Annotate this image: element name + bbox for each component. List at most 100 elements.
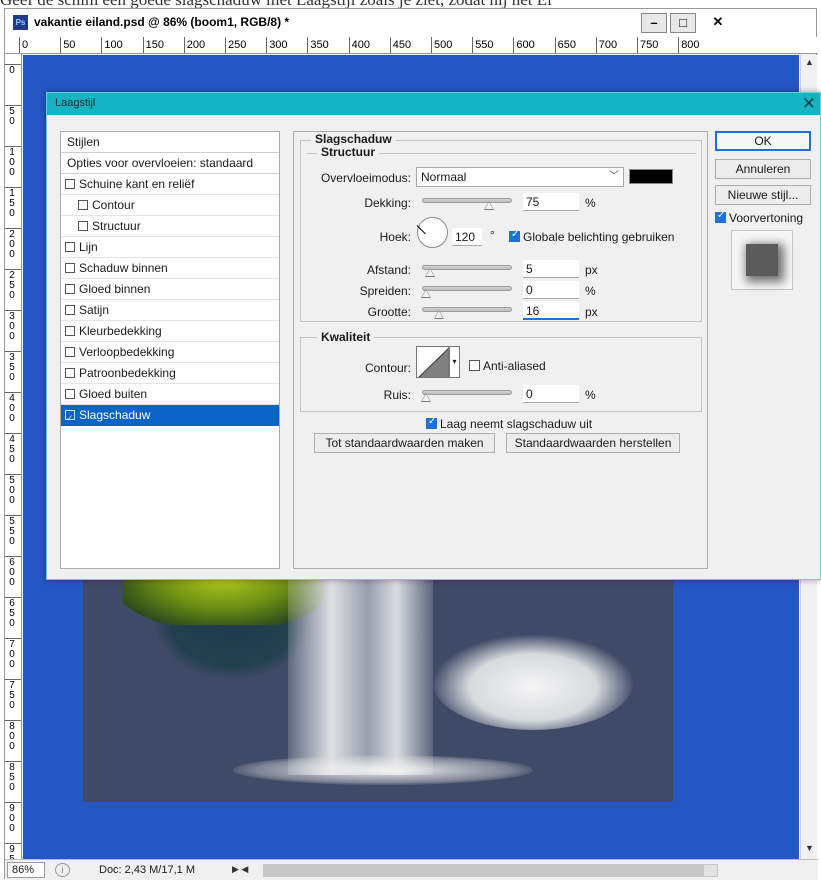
style-checkbox-icon[interactable] xyxy=(65,347,75,357)
blend-mode-select[interactable]: Normaal ﹀ xyxy=(416,167,624,187)
quality-title: Kwaliteit xyxy=(317,330,375,344)
style-item-structuur[interactable]: Structuur xyxy=(61,216,279,237)
style-item-satijn[interactable]: Satijn xyxy=(61,300,279,321)
ruler-label: 300 xyxy=(269,39,288,51)
global-light-checkbox[interactable]: Globale belichting gebruiken xyxy=(509,229,674,244)
ruler-label: 250 xyxy=(228,39,247,51)
cancel-button[interactable]: Annuleren xyxy=(715,159,811,179)
ruler-label: 800 xyxy=(681,39,700,51)
doc-size-info[interactable]: Doc: 2,43 M/17,1 M xyxy=(99,864,195,876)
style-checkbox-icon[interactable] xyxy=(65,326,75,336)
ruler-tick xyxy=(637,37,638,53)
style-checkbox-icon[interactable] xyxy=(65,368,75,378)
ruler-label: 700 xyxy=(598,39,618,51)
style-item-contour[interactable]: Contour xyxy=(61,195,279,216)
angle-input[interactable]: 120 xyxy=(452,228,482,246)
style-item-verloopbedekking[interactable]: Verloopbedekking xyxy=(61,342,279,363)
reset-default-button[interactable]: Standaardwaarden herstellen xyxy=(506,433,680,453)
status-info-icon[interactable]: i xyxy=(55,863,70,877)
style-item-label: Structuur xyxy=(92,219,141,233)
style-checkbox-icon[interactable] xyxy=(65,305,75,315)
knockout-checkbox[interactable]: Laag neemt slagschaduw uit xyxy=(426,416,592,431)
make-default-button[interactable]: Tot standaardwaarden maken xyxy=(314,433,495,453)
noise-input[interactable]: 0 xyxy=(523,385,579,403)
zoom-field[interactable]: 86% xyxy=(7,862,45,878)
style-item-lijn[interactable]: Lijn xyxy=(61,237,279,258)
document-titlebar[interactable]: Ps vakantie eiland.psd @ 86% (boom1, RGB… xyxy=(5,9,816,37)
distance-input[interactable]: 5 xyxy=(523,260,579,278)
status-nav-arrows[interactable]: ▶ ◀ xyxy=(232,864,248,875)
size-input[interactable]: 16 xyxy=(523,302,579,320)
blend-mode-value: Normaal xyxy=(421,170,467,184)
style-checkbox-icon[interactable] xyxy=(65,179,75,189)
style-checkbox-icon[interactable] xyxy=(65,389,75,399)
ok-button[interactable]: OK xyxy=(715,131,811,151)
opacity-input[interactable]: 75 xyxy=(523,193,579,211)
spread-input[interactable]: 0 xyxy=(523,281,579,299)
blend-options-item[interactable]: Opties voor overvloeien: standaard xyxy=(61,153,279,174)
spread-slider-thumb[interactable] xyxy=(421,289,431,298)
scroll-down-icon[interactable]: ▼ xyxy=(805,843,814,853)
ruler-tick xyxy=(678,37,680,53)
maximize-button[interactable]: □ xyxy=(670,13,696,33)
shadow-color-swatch[interactable] xyxy=(629,169,673,184)
global-light-check-icon[interactable] xyxy=(509,229,520,242)
dialog-titlebar[interactable]: Laagstijl ✕ xyxy=(47,93,820,115)
ruler-label: 100 xyxy=(104,39,123,51)
style-checkbox-icon[interactable] xyxy=(65,242,75,252)
scroll-thumb[interactable] xyxy=(264,865,704,876)
styles-header[interactable]: Stijlen xyxy=(61,132,279,153)
distance-slider[interactable] xyxy=(422,265,512,277)
style-checkbox-icon[interactable] xyxy=(65,284,75,294)
ruler-label: 200 xyxy=(186,39,206,51)
minimize-button[interactable]: – xyxy=(641,13,667,33)
opacity-unit: % xyxy=(585,196,596,210)
ruler-label: 0 xyxy=(9,577,15,588)
size-slider[interactable] xyxy=(422,307,512,319)
contour-dropdown-icon[interactable]: ▾ xyxy=(449,346,460,378)
knockout-check-icon[interactable] xyxy=(426,416,437,429)
style-checkbox-icon[interactable] xyxy=(65,263,75,273)
noise-slider-thumb[interactable] xyxy=(421,393,431,402)
style-item-label: Slagschaduw xyxy=(79,408,151,422)
ruler-label: 0 xyxy=(22,39,29,51)
style-item-slagschaduw[interactable]: Slagschaduw xyxy=(61,405,279,428)
style-item-gloed-buiten[interactable]: Gloed buiten xyxy=(61,384,279,405)
style-item-label: Gloed buiten xyxy=(79,387,148,401)
preview-checkbox[interactable]: Voorvertoning xyxy=(715,210,803,225)
style-item-schuine-kant-en-reli-f[interactable]: Schuine kant en reliëf xyxy=(61,174,279,195)
angle-dial[interactable] xyxy=(417,217,448,248)
close-button[interactable]: ✕ xyxy=(699,13,737,33)
scroll-up-icon[interactable]: ▲ xyxy=(805,57,814,67)
style-item-schaduw-binnen[interactable]: Schaduw binnen xyxy=(61,258,279,279)
ruler-label: 650 xyxy=(557,39,576,51)
dialog-close-icon[interactable]: ✕ xyxy=(802,94,816,114)
style-item-gloed-binnen[interactable]: Gloed binnen xyxy=(61,279,279,300)
style-checkbox-icon[interactable] xyxy=(65,408,75,428)
vertical-ruler[interactable]: 0501001502002503003504004505005506006507… xyxy=(5,54,22,859)
ruler-tick xyxy=(19,37,20,53)
style-item-kleurbedekking[interactable]: Kleurbedekking xyxy=(61,321,279,342)
spread-slider[interactable] xyxy=(421,286,512,298)
style-checkbox-icon[interactable] xyxy=(78,200,88,210)
style-item-patroonbedekking[interactable]: Patroonbedekking xyxy=(61,363,279,384)
style-item-label: Satijn xyxy=(79,303,110,317)
new-style-button[interactable]: Nieuwe stijl... xyxy=(715,185,811,205)
ruler-label: 0 xyxy=(9,700,15,711)
ruler-tick xyxy=(225,37,226,53)
contour-picker[interactable] xyxy=(416,346,449,378)
style-checkbox-icon[interactable] xyxy=(78,221,88,231)
ruler-label: 0 xyxy=(9,495,15,506)
horizontal-ruler[interactable]: 0 50 100 150 200 250 300 350 400 450 500 550 600 650 7… xyxy=(5,37,818,54)
anti-aliased-check-icon[interactable] xyxy=(469,360,480,371)
anti-aliased-checkbox[interactable]: Anti-aliased xyxy=(469,359,546,373)
preview-check-icon[interactable] xyxy=(715,210,726,223)
style-item-label: Gloed binnen xyxy=(79,282,151,296)
noise-slider[interactable] xyxy=(421,390,512,402)
size-slider-thumb[interactable] xyxy=(434,310,445,319)
distance-slider-thumb[interactable] xyxy=(425,268,436,277)
opacity-slider[interactable] xyxy=(422,198,512,210)
horizontal-scrollbar[interactable] xyxy=(263,864,718,877)
opacity-slider-thumb[interactable] xyxy=(484,201,494,210)
image-content xyxy=(83,545,673,802)
